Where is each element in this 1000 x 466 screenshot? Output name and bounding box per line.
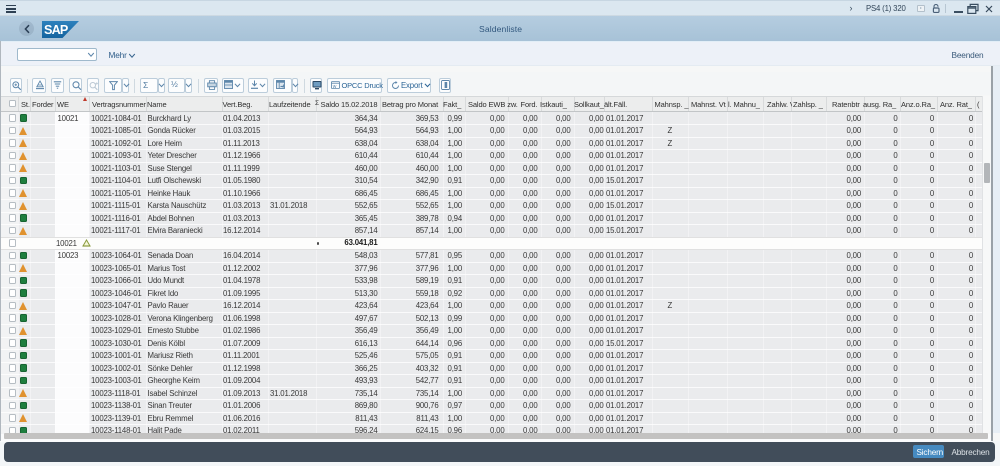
svg-text:SAP: SAP bbox=[44, 23, 68, 37]
svg-text:w: w bbox=[332, 84, 336, 89]
